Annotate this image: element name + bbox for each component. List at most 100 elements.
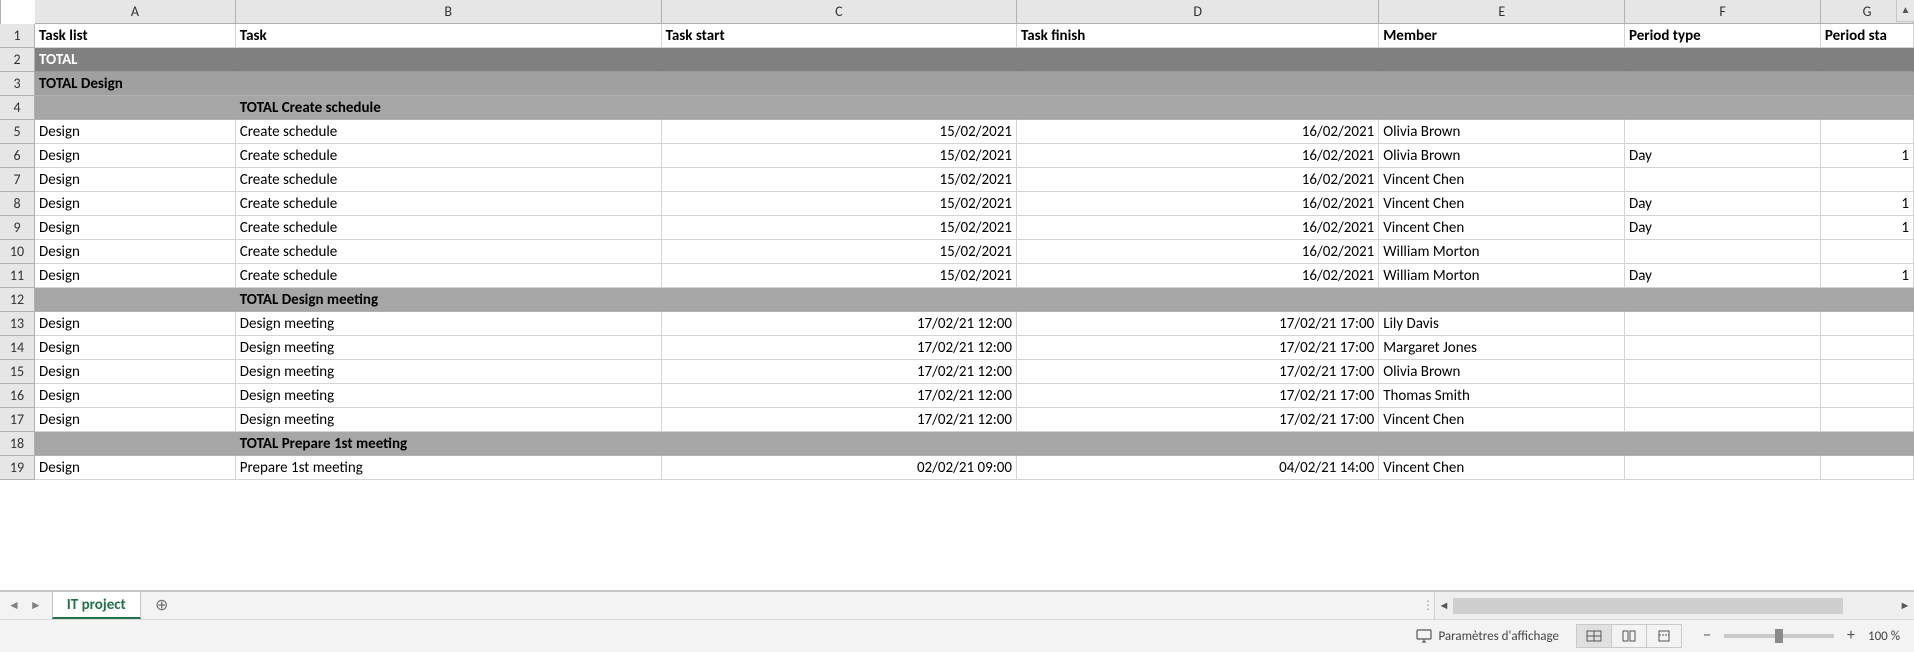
cell-E5[interactable]: Olivia Brown <box>1379 120 1625 144</box>
cell-B2[interactable] <box>236 48 662 72</box>
cell-F19[interactable] <box>1625 456 1821 480</box>
cell-C14[interactable]: 17/02/21 12:00 <box>662 336 1017 360</box>
cell-F4[interactable] <box>1625 96 1821 120</box>
cell-A2[interactable]: TOTAL <box>35 48 236 72</box>
cell-F1[interactable]: Period type <box>1625 24 1821 48</box>
cell-F7[interactable] <box>1625 168 1821 192</box>
cell-B3[interactable] <box>236 72 662 96</box>
cell-G9[interactable]: 1 <box>1821 216 1914 240</box>
cell-G5[interactable] <box>1821 120 1914 144</box>
cell-A1[interactable]: Task list <box>35 24 236 48</box>
tab-prev-icon[interactable]: ◄ <box>8 598 20 613</box>
cell-F12[interactable] <box>1625 288 1821 312</box>
cell-F16[interactable] <box>1625 384 1821 408</box>
cell-E3[interactable] <box>1379 72 1625 96</box>
cell-F10[interactable] <box>1625 240 1821 264</box>
cell-D16[interactable]: 17/02/21 17:00 <box>1017 384 1379 408</box>
cell-B8[interactable]: Create schedule <box>236 192 662 216</box>
cell-D15[interactable]: 17/02/21 17:00 <box>1017 360 1379 384</box>
row-header-12[interactable]: 12 <box>0 288 34 312</box>
row-header-14[interactable]: 14 <box>0 336 34 360</box>
cell-B16[interactable]: Design meeting <box>236 384 662 408</box>
cell-C6[interactable]: 15/02/2021 <box>662 144 1017 168</box>
zoom-level-label[interactable]: 100 % <box>1868 629 1900 644</box>
row-header-8[interactable]: 8 <box>0 192 34 216</box>
cell-C16[interactable]: 17/02/21 12:00 <box>662 384 1017 408</box>
row-header-10[interactable]: 10 <box>0 240 34 264</box>
column-header-B[interactable]: B <box>236 0 662 23</box>
cell-D14[interactable]: 17/02/21 17:00 <box>1017 336 1379 360</box>
cell-E13[interactable]: Lily Davis <box>1379 312 1625 336</box>
row-header-3[interactable]: 3 <box>0 72 34 96</box>
cell-A14[interactable]: Design <box>35 336 236 360</box>
cell-G6[interactable]: 1 <box>1821 144 1914 168</box>
cell-G3[interactable] <box>1821 72 1914 96</box>
cell-D11[interactable]: 16/02/2021 <box>1017 264 1379 288</box>
cell-E8[interactable]: Vincent Chen <box>1379 192 1625 216</box>
select-all-corner[interactable] <box>0 0 1 24</box>
cell-E9[interactable]: Vincent Chen <box>1379 216 1625 240</box>
cell-D19[interactable]: 04/02/21 14:00 <box>1017 456 1379 480</box>
cell-D9[interactable]: 16/02/2021 <box>1017 216 1379 240</box>
cell-B9[interactable]: Create schedule <box>236 216 662 240</box>
column-header-D[interactable]: D <box>1017 0 1379 23</box>
cell-E12[interactable] <box>1379 288 1625 312</box>
cell-G15[interactable] <box>1821 360 1914 384</box>
scroll-right-icon[interactable]: ► <box>1896 599 1914 612</box>
cell-D18[interactable] <box>1017 432 1379 456</box>
cell-B11[interactable]: Create schedule <box>236 264 662 288</box>
cell-D3[interactable] <box>1017 72 1379 96</box>
cell-G2[interactable] <box>1821 48 1914 72</box>
cell-A18[interactable] <box>35 432 236 456</box>
cell-E15[interactable]: Olivia Brown <box>1379 360 1625 384</box>
row-header-5[interactable]: 5 <box>0 120 34 144</box>
tab-scroll-split-icon[interactable]: ⋮ <box>1422 592 1434 619</box>
cells-grid[interactable]: Task listTaskTask startTask finishMember… <box>35 24 1914 652</box>
cell-A12[interactable] <box>35 288 236 312</box>
cell-B15[interactable]: Design meeting <box>236 360 662 384</box>
cell-C4[interactable] <box>662 96 1017 120</box>
cell-F14[interactable] <box>1625 336 1821 360</box>
row-header-15[interactable]: 15 <box>0 360 34 384</box>
row-header-2[interactable]: 2 <box>0 48 34 72</box>
cell-G10[interactable] <box>1821 240 1914 264</box>
row-header-11[interactable]: 11 <box>0 264 34 288</box>
cell-F8[interactable]: Day <box>1625 192 1821 216</box>
cell-A3[interactable]: TOTAL Design <box>35 72 236 96</box>
cell-C15[interactable]: 17/02/21 12:00 <box>662 360 1017 384</box>
row-header-18[interactable]: 18 <box>0 432 34 456</box>
cell-G14[interactable] <box>1821 336 1914 360</box>
cell-A16[interactable]: Design <box>35 384 236 408</box>
cell-F15[interactable] <box>1625 360 1821 384</box>
sheet-tab-active[interactable]: IT project <box>52 592 141 619</box>
cell-C8[interactable]: 15/02/2021 <box>662 192 1017 216</box>
cell-A5[interactable]: Design <box>35 120 236 144</box>
cell-E14[interactable]: Margaret Jones <box>1379 336 1625 360</box>
cell-B5[interactable]: Create schedule <box>236 120 662 144</box>
cell-G1[interactable]: Period sta <box>1821 24 1914 48</box>
cell-B10[interactable]: Create schedule <box>236 240 662 264</box>
cell-G8[interactable]: 1 <box>1821 192 1914 216</box>
cell-C10[interactable]: 15/02/2021 <box>662 240 1017 264</box>
cell-A8[interactable]: Design <box>35 192 236 216</box>
cell-D13[interactable]: 17/02/21 17:00 <box>1017 312 1379 336</box>
column-header-C[interactable]: C <box>662 0 1017 23</box>
cell-C18[interactable] <box>662 432 1017 456</box>
cell-F9[interactable]: Day <box>1625 216 1821 240</box>
cell-A7[interactable]: Design <box>35 168 236 192</box>
row-header-9[interactable]: 9 <box>0 216 34 240</box>
zoom-out-button[interactable]: − <box>1700 629 1714 643</box>
hscroll-thumb[interactable] <box>1453 598 1843 614</box>
cell-C7[interactable]: 15/02/2021 <box>662 168 1017 192</box>
cell-A19[interactable]: Design <box>35 456 236 480</box>
cell-A10[interactable]: Design <box>35 240 236 264</box>
cell-G7[interactable] <box>1821 168 1914 192</box>
cell-B7[interactable]: Create schedule <box>236 168 662 192</box>
cell-D1[interactable]: Task finish <box>1017 24 1379 48</box>
cell-C1[interactable]: Task start <box>662 24 1017 48</box>
row-header-4[interactable]: 4 <box>0 96 34 120</box>
cell-C12[interactable] <box>662 288 1017 312</box>
row-header-13[interactable]: 13 <box>0 312 34 336</box>
cell-D17[interactable]: 17/02/21 17:00 <box>1017 408 1379 432</box>
cell-A4[interactable] <box>35 96 236 120</box>
